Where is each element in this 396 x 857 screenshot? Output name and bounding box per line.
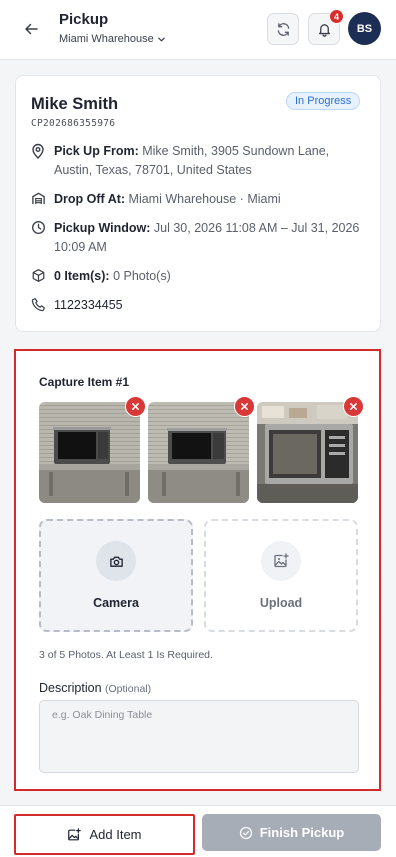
items-count: 0 Item(s):	[54, 269, 110, 283]
photo-thumbnail[interactable]	[257, 396, 364, 503]
remove-photo-button[interactable]	[234, 396, 255, 417]
customer-name: Mike Smith	[31, 95, 119, 113]
close-icon	[241, 403, 248, 410]
finish-pickup-label: Finish Pickup	[259, 825, 345, 840]
warehouse-selector[interactable]: Miami Wharehouse	[59, 33, 166, 45]
map-pin-icon	[31, 142, 47, 180]
pickup-window-row: Pickup Window: Jul 30, 2026 11:08 AM – J…	[31, 219, 367, 257]
add-item-button[interactable]: Add Item	[14, 814, 195, 855]
chevron-down-icon	[157, 37, 165, 41]
upload-label: Upload	[259, 596, 303, 610]
refresh-icon	[277, 22, 289, 36]
phone-row[interactable]: 1122334455	[31, 296, 367, 317]
order-id: CP202686355976	[31, 118, 116, 129]
action-footer: Add Item Finish Pickup	[0, 805, 396, 857]
status-badge: In Progress	[286, 92, 361, 110]
microwave-photo	[148, 402, 249, 503]
notification-count-badge: 4	[329, 9, 344, 24]
pickup-info-card: Mike Smith CP202686355976 In Progress Pi…	[15, 75, 381, 332]
optional-tag: (Optional)	[105, 683, 152, 695]
dropoff-row: Drop Off At: Miami Wharehouse · Miami	[31, 190, 367, 211]
warehouse-label: Miami Wharehouse	[59, 33, 154, 45]
image-plus-icon	[68, 827, 82, 840]
camera-button[interactable]: Camera	[39, 519, 193, 632]
add-item-label: Add Item	[89, 827, 142, 842]
photo-thumbnail[interactable]	[39, 396, 146, 503]
app-header: Pickup Miami Wharehouse 4 BS	[0, 0, 396, 60]
items-row: 0 Item(s): 0 Photo(s)	[31, 267, 367, 288]
camera-label: Camera	[93, 596, 139, 610]
clock-icon	[31, 219, 47, 257]
photo-thumbnail[interactable]	[148, 396, 255, 503]
photos-count: 0 Photo(s)	[113, 269, 171, 283]
warehouse-icon	[31, 190, 47, 211]
notifications-button[interactable]: 4	[308, 9, 344, 45]
photo-count-hint: 3 of 5 Photos. At Least 1 Is Required.	[39, 649, 213, 661]
pickup-window-label: Pickup Window:	[54, 221, 151, 235]
close-icon	[132, 403, 139, 410]
package-icon	[31, 267, 47, 288]
check-circle-icon	[239, 826, 252, 839]
remove-photo-button[interactable]	[125, 396, 146, 417]
capture-item-title: Capture Item #1	[39, 375, 130, 389]
phone-icon	[31, 296, 47, 317]
description-input[interactable]	[39, 700, 359, 773]
camera-icon	[96, 541, 136, 581]
capture-item-section: Capture Item #1 Camera Upload 3 of 5 Pho…	[14, 349, 381, 791]
pickup-label: Pick Up From:	[54, 144, 139, 158]
upload-button[interactable]: Upload	[204, 519, 358, 632]
phone-number[interactable]: 1122334455	[54, 296, 123, 317]
description-label-text: Description	[39, 681, 102, 695]
arrow-left-icon	[25, 23, 38, 35]
description-label: Description (Optional)	[39, 681, 151, 695]
finish-pickup-button[interactable]: Finish Pickup	[202, 814, 381, 851]
microwave-photo	[39, 402, 140, 503]
avatar[interactable]: BS	[348, 12, 381, 45]
dropoff-location: Miami Wharehouse · Miami	[128, 192, 281, 206]
remove-photo-button[interactable]	[343, 396, 364, 417]
page-title: Pickup	[59, 11, 109, 28]
image-plus-icon	[261, 541, 301, 581]
back-button[interactable]	[20, 18, 42, 40]
refresh-button[interactable]	[267, 13, 299, 45]
microwave-photo	[257, 402, 358, 503]
bell-icon	[318, 23, 330, 37]
close-icon	[350, 403, 357, 410]
pickup-address-row: Pick Up From: Mike Smith, 3905 Sundown L…	[31, 142, 367, 180]
dropoff-label: Drop Off At:	[54, 192, 126, 206]
